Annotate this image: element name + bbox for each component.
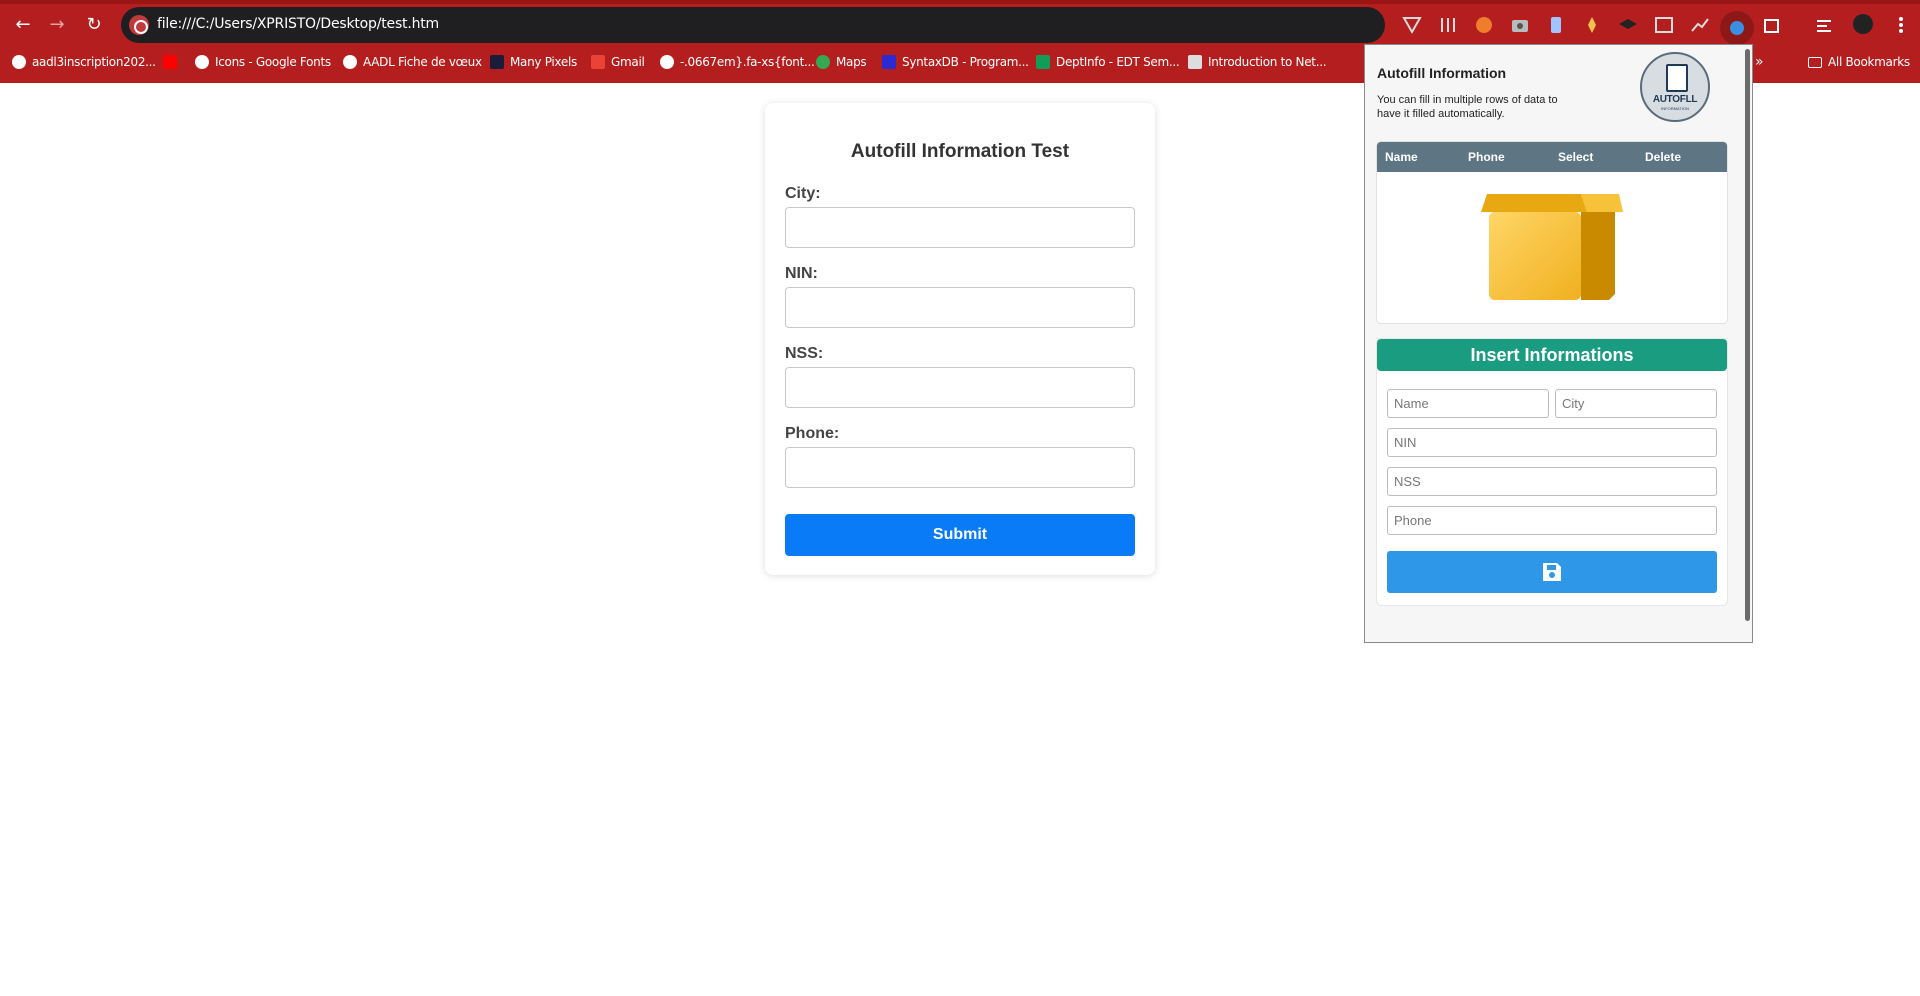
bookmark-item[interactable]: Icons - Google Fonts <box>195 52 331 72</box>
save-button[interactable] <box>1387 551 1717 593</box>
phone-label: Phone: <box>785 425 840 442</box>
autofill-logo: AUTOFLL INFORMATION <box>1640 52 1710 122</box>
bookmark-item[interactable]: Many Pixels <box>490 52 577 72</box>
saved-rows-table: Name Phone Select Delete <box>1377 142 1727 323</box>
insert-panel: Insert Informations Name City NIN NSS Ph… <box>1377 339 1727 605</box>
syntaxdb-icon <box>882 55 896 69</box>
all-bookmarks-button[interactable]: All Bookmarks <box>1808 52 1910 72</box>
bookmarks-overflow-icon[interactable]: » <box>1755 52 1764 72</box>
reading-list-icon[interactable] <box>1815 15 1835 35</box>
popup-scrollbar[interactable] <box>1745 49 1750 621</box>
browser-toolbar: ← → ↻ file:///C:/Users/XPRISTO/Desktop/t… <box>0 5 1920 45</box>
nss-input[interactable]: NSS <box>1387 467 1717 496</box>
camera-icon[interactable] <box>1510 15 1530 35</box>
globe-icon <box>12 55 26 69</box>
sheets-icon <box>1036 55 1050 69</box>
trend-icon[interactable] <box>1690 15 1710 35</box>
column-header-delete: Delete <box>1645 150 1682 164</box>
column-header-select: Select <box>1558 150 1594 164</box>
extension-title: Autofill Information <box>1377 65 1507 81</box>
nin-field[interactable] <box>785 287 1135 328</box>
bookmark-item[interactable]: Maps <box>816 52 867 72</box>
globe-icon <box>343 55 357 69</box>
manypixels-icon <box>490 55 504 69</box>
graduation-cap-icon[interactable] <box>1618 15 1638 35</box>
gmail-icon <box>591 55 605 69</box>
insert-title: Insert Informations <box>1377 339 1727 371</box>
city-input[interactable]: City <box>1555 389 1717 418</box>
page-title: Autofill Information Test <box>850 141 1070 162</box>
pin-icon[interactable] <box>1582 15 1602 35</box>
phone-field[interactable] <box>785 447 1135 488</box>
submit-button[interactable]: Submit <box>785 514 1135 556</box>
phone-input[interactable]: Phone <box>1387 506 1717 535</box>
bookmark-item[interactable]: Introduction to Net... <box>1188 52 1327 72</box>
globe-icon <box>660 55 674 69</box>
more-vertical-icon[interactable] <box>1891 15 1911 35</box>
sticky-note-icon[interactable] <box>1546 15 1566 35</box>
maps-icon <box>816 55 830 69</box>
bookmark-item[interactable]: SyntaxDB - Program... <box>882 52 1029 72</box>
empty-box-icon <box>1481 194 1623 302</box>
table-header: Name Phone Select Delete <box>1377 142 1727 172</box>
column-header-phone: Phone <box>1468 150 1505 164</box>
city-label: City: <box>785 185 821 202</box>
address-bar[interactable]: file:///C:/Users/XPRISTO/Desktop/test.ht… <box>121 7 1385 43</box>
extensions-puzzle-icon[interactable] <box>1762 15 1782 35</box>
site-info-icon[interactable] <box>129 15 149 35</box>
bookmark-item[interactable]: AADL Fiche de vœux <box>343 52 482 72</box>
tab-strip <box>0 0 1920 4</box>
nin-input[interactable]: NIN <box>1387 428 1717 457</box>
document-icon <box>1666 64 1688 92</box>
bookmark-item[interactable] <box>163 52 177 72</box>
column-header-name: Name <box>1385 150 1418 164</box>
back-arrow-icon[interactable]: ← <box>10 12 36 38</box>
autofill-extension-popup: Autofill Information You can fill in mul… <box>1364 44 1753 643</box>
vue-devtools-icon[interactable] <box>1402 15 1422 35</box>
reload-icon[interactable]: ↻ <box>81 12 107 38</box>
city-field[interactable] <box>785 207 1135 248</box>
nss-field[interactable] <box>785 367 1135 408</box>
bookmark-item[interactable]: DeptInfo - EDT Sem... <box>1036 52 1180 72</box>
nss-label: NSS: <box>785 345 824 362</box>
youtube-icon <box>163 55 177 69</box>
forward-arrow-icon[interactable]: → <box>44 12 70 38</box>
autofill-test-form: Autofill Information Test City: NIN: NSS… <box>765 103 1155 575</box>
folder-icon <box>1808 56 1822 68</box>
bookmark-item[interactable]: aadl3inscription202... <box>12 52 156 72</box>
equalizer-icon[interactable] <box>1438 15 1458 35</box>
bookmark-item[interactable]: -.0667em}.fa-xs{font... <box>660 52 815 72</box>
profile-avatar[interactable] <box>1853 14 1873 34</box>
extension-description: You can fill in multiple rows of data to… <box>1377 94 1558 120</box>
screenshot-icon[interactable] <box>1654 15 1674 35</box>
orange-extension-icon[interactable] <box>1474 15 1494 35</box>
globe-icon <box>195 55 209 69</box>
url-text[interactable]: file:///C:/Users/XPRISTO/Desktop/test.ht… <box>157 16 439 32</box>
name-input[interactable]: Name <box>1387 389 1549 418</box>
floppy-disk-icon <box>1541 561 1563 583</box>
doc-icon <box>1188 55 1202 69</box>
autofill-extension-icon[interactable] <box>1727 18 1747 38</box>
nin-label: NIN: <box>785 265 818 282</box>
bookmark-item[interactable]: Gmail <box>591 52 645 72</box>
